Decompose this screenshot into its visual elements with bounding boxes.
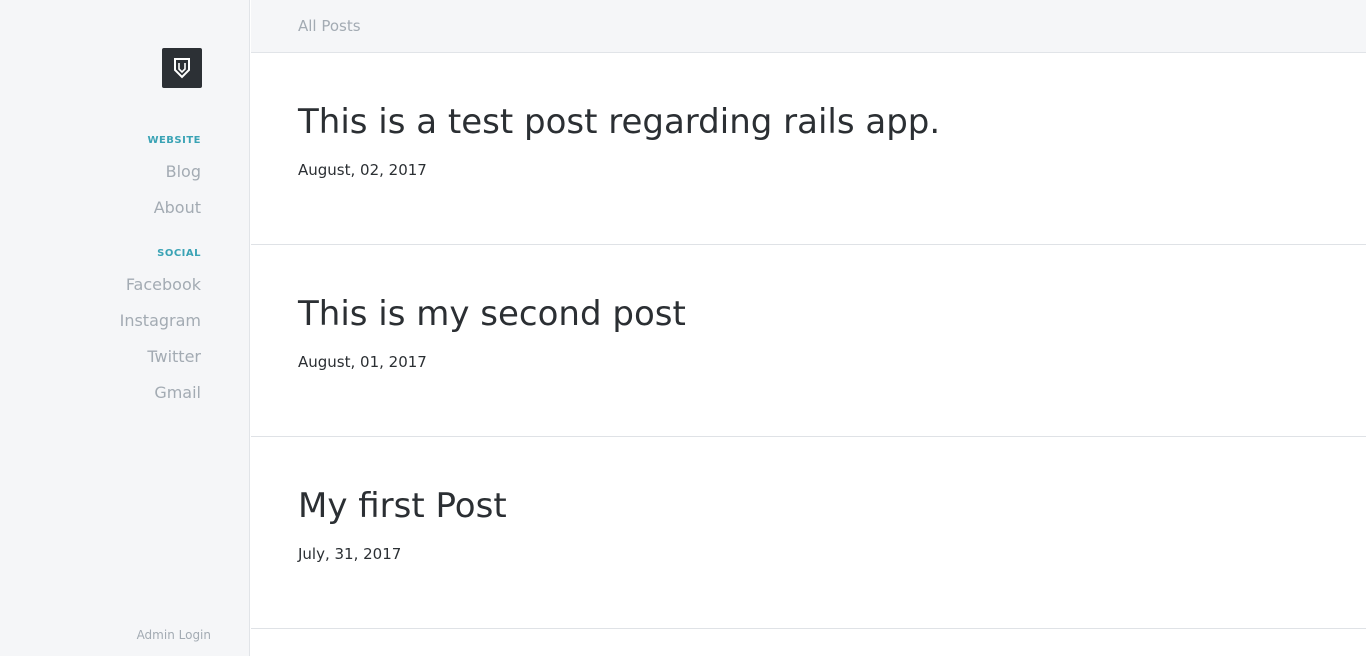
nav-link-blog[interactable]: Blog [166,162,201,181]
post-title[interactable]: This is a test post regarding rails app. [298,102,940,142]
post-date: August, 01, 2017 [298,353,427,371]
nav-link-gmail[interactable]: Gmail [154,383,201,402]
nav-link-about[interactable]: About [154,198,201,217]
post-item: My first Post July, 31, 2017 [251,437,1366,629]
post-item: This is a test post regarding rails app.… [251,53,1366,245]
nav-link-facebook[interactable]: Facebook [126,275,201,294]
nav-link-twitter[interactable]: Twitter [147,347,201,366]
post-item: This is my second post August, 01, 2017 [251,245,1366,437]
post-title[interactable]: My first Post [298,486,507,526]
post-date: August, 02, 2017 [298,161,427,179]
admin-login-link[interactable]: Admin Login [137,628,211,642]
shield-logo-icon [174,58,190,79]
post-date: July, 31, 2017 [298,545,402,563]
nav-section-social: SOCIAL [157,248,201,259]
nav-section-website: WEBSITE [147,135,201,146]
post-title[interactable]: This is my second post [298,294,686,334]
site-logo[interactable] [162,48,202,88]
breadcrumb[interactable]: All Posts [298,17,361,35]
top-bar: All Posts [251,0,1366,53]
nav-link-instagram[interactable]: Instagram [120,311,201,330]
sidebar: WEBSITE Blog About SOCIAL Facebook Insta… [0,0,250,656]
